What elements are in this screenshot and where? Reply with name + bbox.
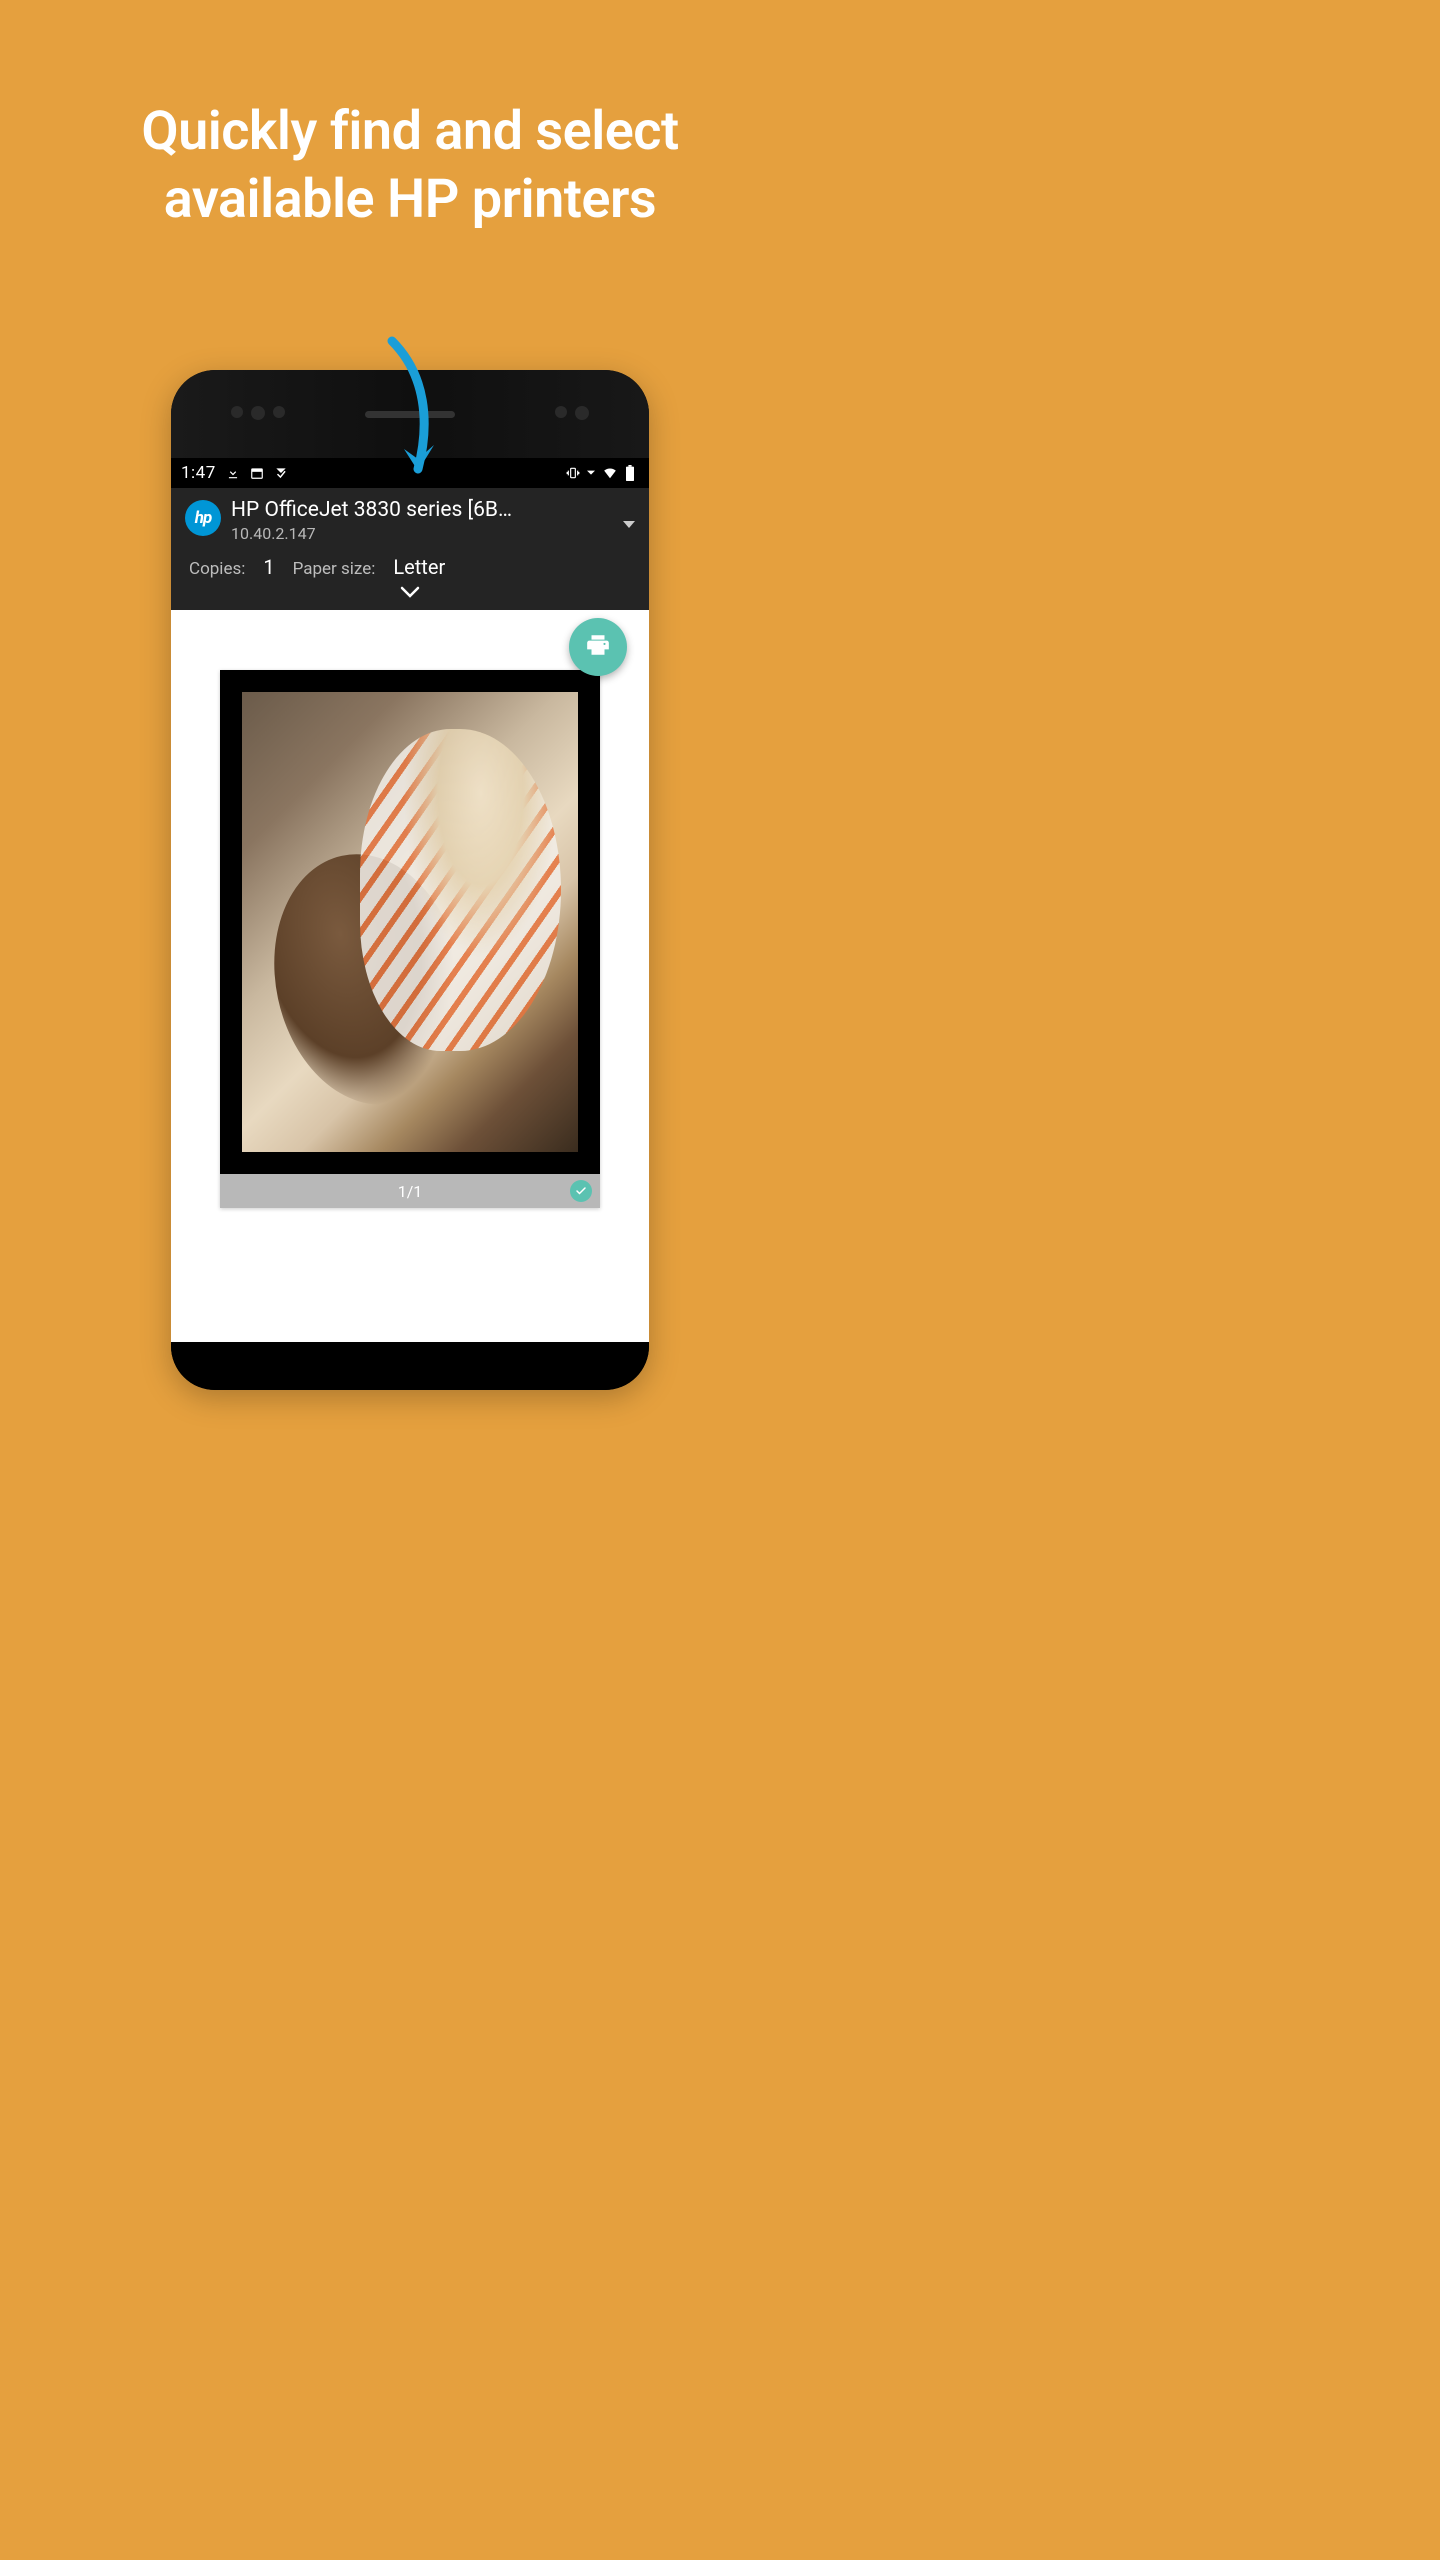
marketing-headline: Quickly find and select available HP pri… bbox=[141, 98, 678, 233]
download-icon bbox=[226, 466, 240, 480]
preview-page-border bbox=[220, 670, 600, 1174]
paper-size-label: Paper size: bbox=[293, 559, 376, 579]
preview-photo bbox=[242, 692, 578, 1152]
print-preview-area[interactable]: 1/1 bbox=[171, 610, 649, 1342]
caret-down-icon bbox=[587, 469, 595, 477]
preview-page[interactable]: 1/1 bbox=[220, 670, 600, 1208]
phone-sensors bbox=[231, 406, 285, 420]
wifi-icon bbox=[601, 466, 619, 480]
hp-logo-icon: hp bbox=[185, 500, 221, 536]
phone-bezel-bottom bbox=[171, 1342, 649, 1390]
printer-name: HP OfficeJet 3830 series [6B… bbox=[231, 498, 607, 522]
copies-label: Copies: bbox=[189, 559, 245, 579]
print-button[interactable] bbox=[569, 618, 627, 676]
battery-icon bbox=[625, 465, 635, 481]
print-settings-row: Copies: 1 Paper size: Letter bbox=[185, 555, 635, 579]
print-options-panel: hp HP OfficeJet 3830 series [6B… 10.40.2… bbox=[171, 488, 649, 610]
play-protect-icon bbox=[274, 466, 288, 480]
copies-value[interactable]: 1 bbox=[263, 555, 274, 579]
vibrate-icon bbox=[565, 466, 581, 480]
headline-line-1: Quickly find and select bbox=[141, 100, 678, 163]
status-time: 1:47 bbox=[181, 463, 216, 483]
preview-page-footer: 1/1 bbox=[220, 1174, 600, 1208]
printer-ip: 10.40.2.147 bbox=[231, 524, 607, 543]
phone-mockup: 1:47 bbox=[171, 370, 649, 1390]
phone-sensors bbox=[555, 406, 589, 420]
attention-arrow-icon bbox=[370, 335, 450, 495]
paper-size-value[interactable]: Letter bbox=[393, 555, 445, 579]
headline-line-2: available HP printers bbox=[164, 168, 656, 231]
page-counter: 1/1 bbox=[398, 1182, 423, 1201]
expand-options-button[interactable] bbox=[185, 579, 635, 604]
calendar-icon bbox=[250, 466, 264, 480]
printer-icon bbox=[585, 632, 611, 662]
hp-logo-text: hp bbox=[195, 508, 212, 528]
printer-selector[interactable]: hp HP OfficeJet 3830 series [6B… 10.40.2… bbox=[185, 498, 635, 543]
chevron-down-icon bbox=[623, 521, 635, 528]
page-selected-check-icon[interactable] bbox=[570, 1180, 592, 1202]
phone-screen: 1:47 bbox=[171, 458, 649, 1342]
